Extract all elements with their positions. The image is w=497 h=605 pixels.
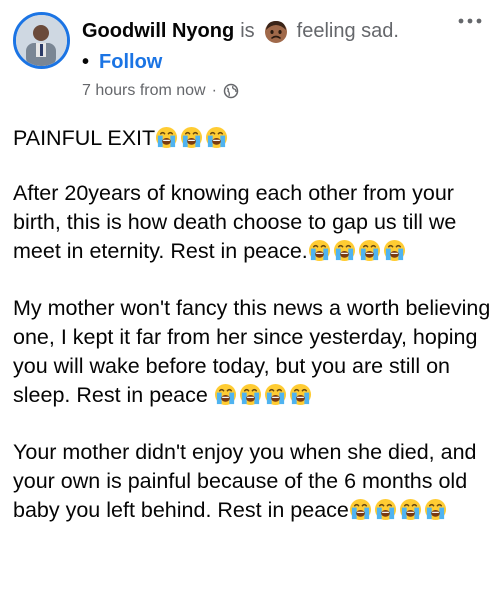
post-timestamp[interactable]: 7 hours from now [82, 82, 206, 100]
feeling-text: feeling sad. [296, 19, 399, 42]
crying-emoji-group [214, 383, 314, 407]
follow-bullet: • [82, 51, 90, 73]
crying-face-emoji-icon [399, 498, 422, 521]
meta-separator: · [211, 82, 217, 99]
crying-face-emoji-icon [383, 239, 406, 262]
crying-face-emoji-icon [214, 383, 237, 406]
name-line: Goodwill Nyong is feeling sad. [82, 18, 399, 44]
post-meta: 7 hours from now · [82, 82, 239, 100]
post-paragraph-3: My mother won't fancy this news a worth … [13, 294, 491, 410]
crying-face-emoji-icon [424, 498, 447, 521]
crying-face-emoji-icon [155, 126, 178, 149]
follow-button[interactable]: Follow [99, 51, 162, 74]
crying-face-emoji-icon [333, 239, 356, 262]
paragraph-text: PAINFUL EXIT [13, 126, 156, 150]
crying-face-emoji-icon [349, 498, 372, 521]
crying-face-emoji-icon [289, 383, 312, 406]
post-paragraph-2: After 20years of knowing each other from… [13, 179, 491, 266]
sad-face-emoji-icon [263, 18, 289, 44]
post-paragraph-4: Your mother didn't enjoy you when she di… [13, 438, 491, 525]
crying-face-emoji-icon [205, 126, 228, 149]
crying-face-emoji-icon [308, 239, 331, 262]
globe-icon[interactable] [223, 83, 239, 99]
crying-face-emoji-icon [358, 239, 381, 262]
avatar[interactable] [13, 12, 70, 69]
crying-emoji-group [349, 498, 449, 522]
more-options-icon[interactable] [457, 14, 483, 28]
crying-face-emoji-icon [180, 126, 203, 149]
follow-line: • Follow [82, 51, 162, 74]
crying-emoji-group [308, 239, 408, 263]
crying-face-emoji-icon [264, 383, 287, 406]
post-body: PAINFUL EXIT After 20years of knowing ea… [13, 124, 491, 553]
author-name[interactable]: Goodwill Nyong [82, 20, 234, 43]
crying-emoji-group [155, 126, 230, 150]
crying-face-emoji-icon [239, 383, 262, 406]
post-header: Goodwill Nyong is feeling sad. • Follow … [0, 0, 497, 112]
post-paragraph-1: PAINFUL EXIT [13, 124, 491, 153]
is-word: is [240, 19, 255, 42]
crying-face-emoji-icon [374, 498, 397, 521]
